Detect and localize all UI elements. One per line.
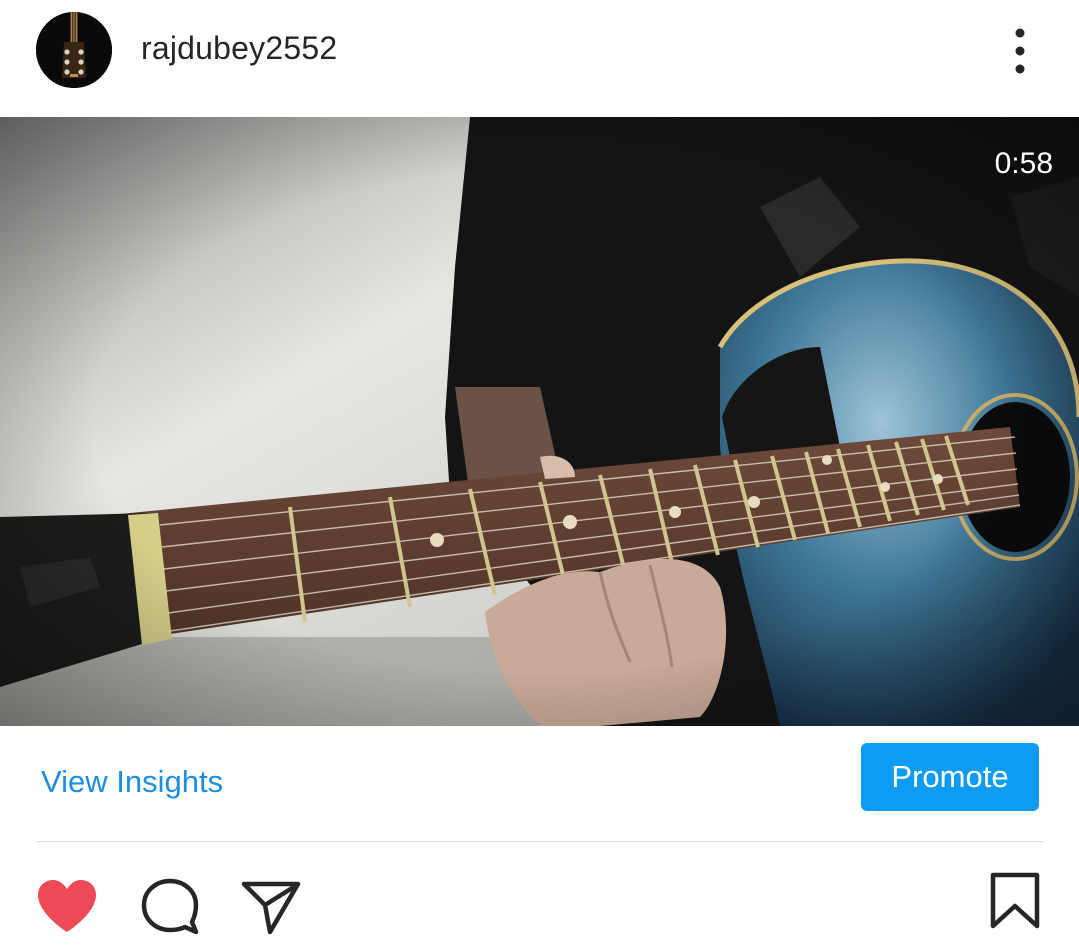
video-player[interactable]: 0:58 <box>0 117 1079 726</box>
video-duration: 0:58 <box>994 147 1053 180</box>
heart-icon <box>38 880 96 932</box>
avatar[interactable] <box>36 12 112 88</box>
action-bar <box>0 842 1079 948</box>
promote-button[interactable]: Promote <box>861 743 1039 811</box>
like-button[interactable] <box>36 878 98 934</box>
guitar-avatar-image <box>36 12 112 88</box>
more-options-button[interactable] <box>998 24 1042 78</box>
comment-button[interactable] <box>140 878 200 934</box>
username[interactable]: rajdubey2552 <box>141 30 337 67</box>
view-insights-link[interactable]: View Insights <box>41 764 223 800</box>
share-button[interactable] <box>240 878 302 934</box>
save-button[interactable] <box>988 872 1042 930</box>
more-vertical-icon <box>1015 28 1025 74</box>
bookmark-icon <box>990 872 1040 929</box>
post-header: rajdubey2552 <box>0 0 1079 116</box>
share-icon <box>241 881 301 934</box>
insights-row: View Insights Promote <box>0 726 1079 842</box>
comment-icon <box>141 878 199 934</box>
instagram-post: rajdubey2552 0:58 View Insights Promote <box>0 0 1079 948</box>
video-frame-guitar <box>0 117 1079 726</box>
